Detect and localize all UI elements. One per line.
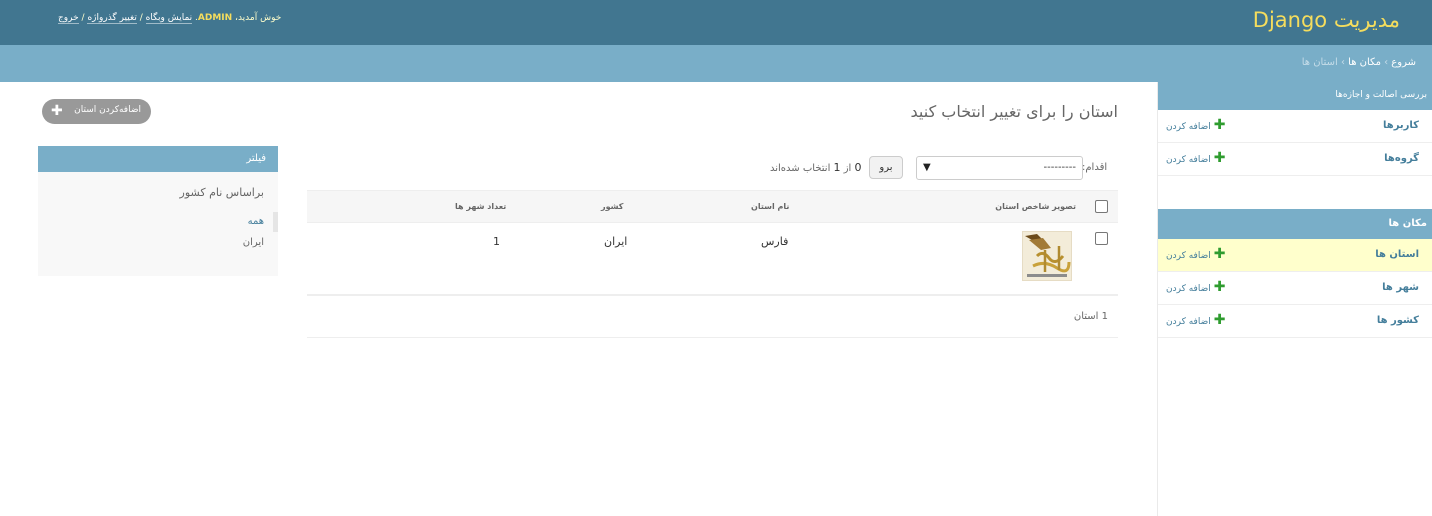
sidebar-item-label[interactable]: استان ها bbox=[1375, 249, 1419, 260]
sidebar-item-users: کاربرها ✚اضافه کردن bbox=[1158, 110, 1432, 143]
username: ADMIN bbox=[197, 13, 233, 23]
welcome-text: خوش آمدید، bbox=[232, 13, 282, 23]
selected-filter-marker bbox=[273, 212, 278, 232]
change-password-link[interactable]: تغییر گذرواژه bbox=[87, 13, 137, 24]
sidebar-item-label[interactable]: کاربرها bbox=[1383, 120, 1419, 131]
sidebar-item-groups: گروه‌ها ✚اضافه کردن bbox=[1158, 143, 1432, 176]
action-select-value: --------- bbox=[1043, 162, 1076, 173]
sidebar-item-label[interactable]: کشور ها bbox=[1377, 315, 1419, 326]
selected-count: 0 از 1 انتخاب شده‌اند bbox=[770, 161, 862, 174]
breadcrumb: شروع › مکان ها › استان ها bbox=[0, 45, 1432, 82]
table-row: فارس ایران 1 bbox=[307, 223, 1118, 295]
actions-label: اقدام: bbox=[1082, 162, 1108, 173]
view-site-link[interactable]: نمایش وبگاه bbox=[145, 13, 193, 24]
user-tools: خوش آمدید، ADMIN. نمایش وبگاه / تغییر گذ… bbox=[58, 13, 282, 24]
calligraphy-image bbox=[1023, 232, 1071, 280]
row-checkbox[interactable] bbox=[1095, 232, 1108, 245]
add-province-link[interactable]: ✚اضافه کردن bbox=[1166, 246, 1226, 262]
sidebar-item-countries: کشور ها ✚اضافه کردن bbox=[1158, 305, 1432, 338]
chevron-down-icon: ▼ bbox=[923, 162, 931, 173]
filter-option-iran[interactable]: ایران bbox=[243, 237, 264, 248]
province-country: ایران bbox=[604, 235, 628, 248]
results-table: تصویر شاخص استان نام استان کشور تعداد شه… bbox=[307, 190, 1118, 295]
result-count: 1 استان bbox=[1073, 311, 1108, 322]
province-city-count: 1 bbox=[493, 235, 500, 248]
add-province-button[interactable]: اضافه‌کردن استان ✚ bbox=[42, 99, 151, 124]
sidebar-item-provinces: استان ها ✚اضافه کردن bbox=[1158, 239, 1432, 272]
province-name-link[interactable]: فارس bbox=[761, 235, 788, 248]
add-user-link[interactable]: ✚اضافه کردن bbox=[1166, 117, 1226, 133]
app-sidebar: بررسی اصالت و اجازه‌ها کاربرها ✚اضافه کر… bbox=[1157, 82, 1432, 516]
plus-icon: ✚ bbox=[1213, 312, 1226, 328]
plus-icon: ✚ bbox=[51, 103, 63, 119]
add-city-link[interactable]: ✚اضافه کردن bbox=[1166, 279, 1226, 295]
plus-icon: ✚ bbox=[1213, 279, 1226, 295]
plus-icon: ✚ bbox=[1213, 150, 1226, 166]
province-image[interactable] bbox=[1022, 231, 1072, 281]
column-header-name[interactable]: نام استان bbox=[751, 202, 789, 211]
filter-by-country-label: براساس نام کشور bbox=[179, 186, 264, 199]
logout-link[interactable]: خروج bbox=[58, 13, 79, 24]
breadcrumb-app[interactable]: مکان ها bbox=[1348, 57, 1381, 68]
site-brand[interactable]: مدیریت Django bbox=[1253, 8, 1400, 32]
add-country-link[interactable]: ✚اضافه کردن bbox=[1166, 312, 1226, 328]
add-button-label: اضافه‌کردن استان bbox=[74, 105, 141, 115]
sidebar-item-label[interactable]: گروه‌ها bbox=[1384, 153, 1419, 164]
module-auth-caption[interactable]: بررسی اصالت و اجازه‌ها bbox=[1158, 82, 1432, 110]
filter-option-all[interactable]: همه bbox=[248, 216, 264, 227]
changelist-filter: فیلتر براساس نام کشور همه ایران bbox=[38, 146, 278, 276]
table-header: تصویر شاخص استان نام استان کشور تعداد شه… bbox=[307, 190, 1118, 223]
sidebar-item-label[interactable]: شهر ها bbox=[1382, 282, 1419, 293]
module-auth: بررسی اصالت و اجازه‌ها کاربرها ✚اضافه کر… bbox=[1158, 82, 1432, 176]
page-title: استان را برای تغییر انتخاب کنید bbox=[910, 102, 1118, 121]
add-group-link[interactable]: ✚اضافه کردن bbox=[1166, 150, 1226, 166]
breadcrumb-current: استان ها bbox=[1301, 57, 1338, 68]
breadcrumb-home[interactable]: شروع bbox=[1391, 57, 1416, 68]
column-header-image[interactable]: تصویر شاخص استان bbox=[995, 202, 1076, 211]
header: مدیریت Django خوش آمدید، ADMIN. نمایش وب… bbox=[0, 0, 1432, 45]
module-places: مکان ها استان ها ✚اضافه کردن شهر ها ✚اضا… bbox=[1158, 209, 1432, 338]
paginator: 1 استان bbox=[307, 295, 1118, 338]
module-places-caption[interactable]: مکان ها bbox=[1158, 209, 1432, 239]
filter-title: فیلتر bbox=[38, 146, 278, 172]
sidebar-item-cities: شهر ها ✚اضافه کردن bbox=[1158, 272, 1432, 305]
column-header-city-count[interactable]: تعداد شهر ها bbox=[455, 202, 506, 211]
plus-icon: ✚ bbox=[1213, 117, 1226, 133]
go-button[interactable]: برو bbox=[869, 156, 903, 179]
action-select[interactable]: --------- ▼ bbox=[916, 156, 1083, 180]
plus-icon: ✚ bbox=[1213, 246, 1226, 262]
column-header-country[interactable]: کشور bbox=[601, 202, 623, 211]
select-all-checkbox[interactable] bbox=[1095, 200, 1108, 213]
